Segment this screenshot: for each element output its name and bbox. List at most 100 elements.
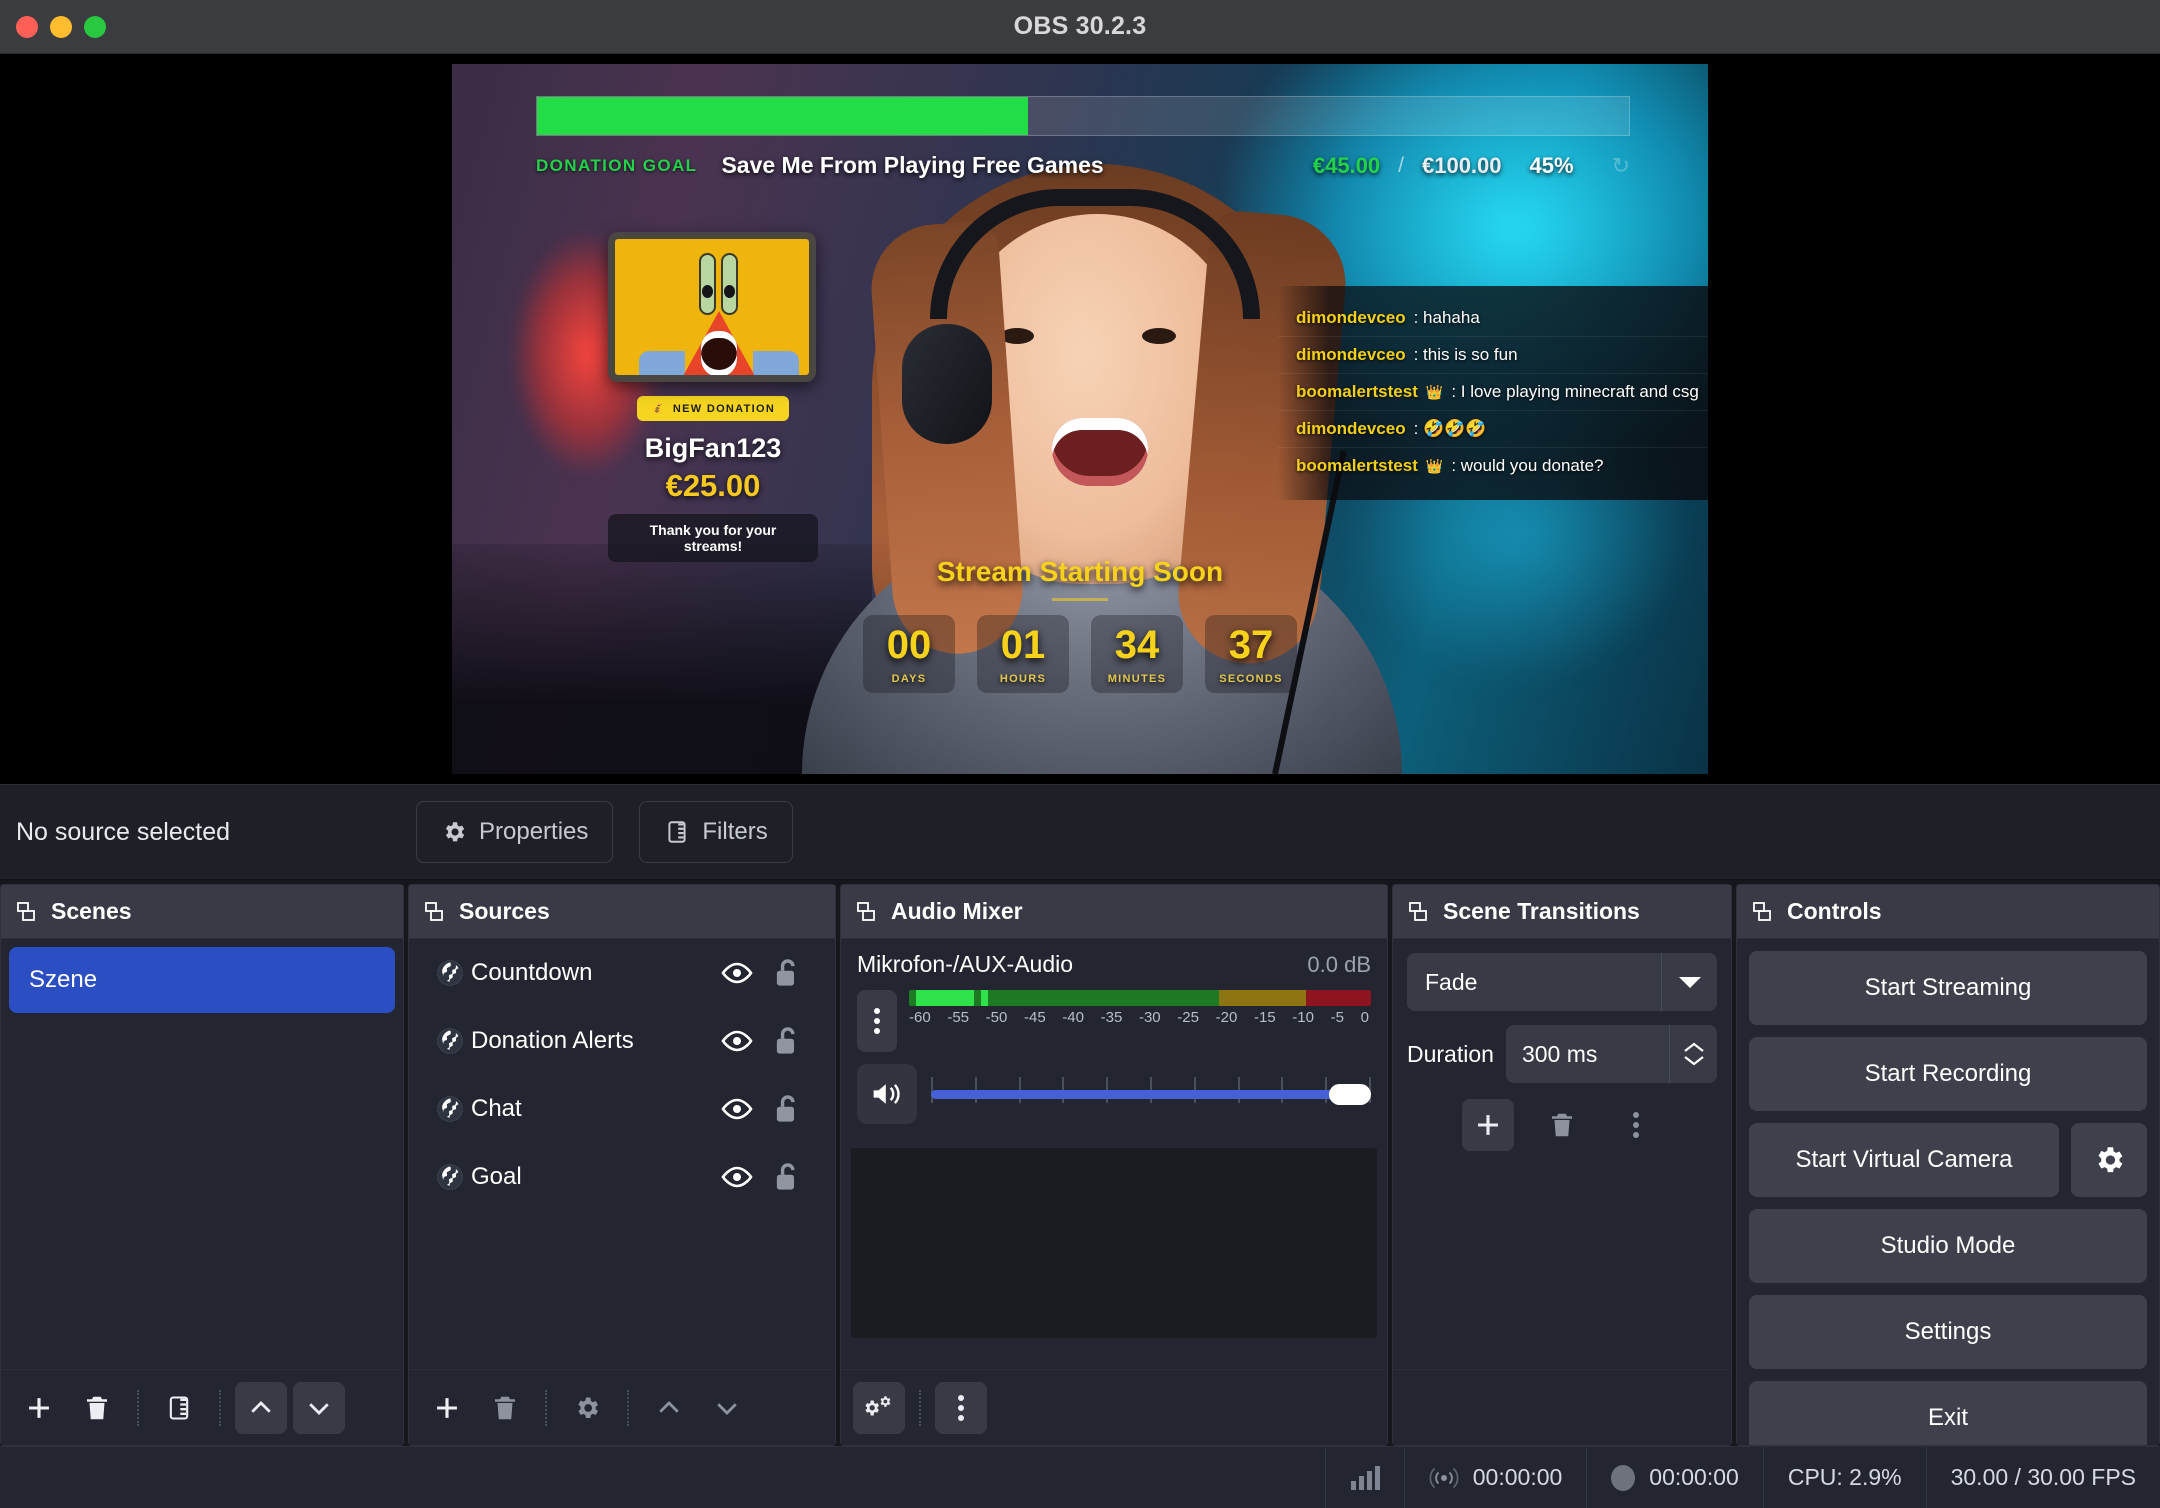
- stepper-up-icon[interactable]: [1682, 1041, 1706, 1054]
- dock-grip-icon: [17, 901, 35, 921]
- minimize-window-button[interactable]: [50, 15, 72, 38]
- meme-eye-stalk-left: [699, 253, 716, 315]
- goal-current-amount: €45.00: [1312, 152, 1381, 178]
- source-type-icon: [435, 1162, 465, 1192]
- source-toolbar: No source selected Properties Filters: [0, 784, 2160, 880]
- remove-source-button[interactable]: [479, 1382, 531, 1434]
- studio-mode-button[interactable]: Studio Mode: [1749, 1209, 2147, 1283]
- move-scene-up-button[interactable]: [235, 1381, 287, 1434]
- audio-channel-db: 0.0 dB: [1307, 952, 1371, 977]
- toolbar-separator: [627, 1389, 629, 1426]
- start-recording-button[interactable]: Start Recording: [1749, 1037, 2147, 1111]
- source-lock-toggle[interactable]: [759, 1161, 813, 1193]
- scene-list-item[interactable]: Szene: [9, 947, 395, 1013]
- lock-open-icon: [776, 959, 795, 986]
- sources-list[interactable]: Countdown Donation Alerts Chat Goal: [409, 939, 835, 1369]
- source-visibility-toggle[interactable]: [715, 1097, 759, 1121]
- source-lock-toggle[interactable]: [759, 1093, 813, 1125]
- db-tick-label: -40: [1062, 1009, 1084, 1026]
- chat-username: boomalertstest: [1296, 382, 1418, 401]
- filters-button[interactable]: Filters: [639, 801, 793, 863]
- db-tick-label: 0: [1360, 1009, 1369, 1026]
- preview-area[interactable]: DONATION GOAL Save Me From Playing Free …: [0, 54, 2160, 784]
- remove-transition-button[interactable]: [1536, 1099, 1588, 1151]
- countdown-value: 37: [1228, 623, 1274, 667]
- source-type-icon: [435, 958, 465, 988]
- chat-message: boomalertstest 👑: I love playing minecraf…: [1278, 374, 1708, 411]
- countdown-unit: 37 SECONDS: [1205, 615, 1297, 693]
- visibility-eye-icon: [721, 1166, 753, 1188]
- stepper-down-icon[interactable]: [1682, 1054, 1706, 1067]
- chevron-down-icon: [1661, 953, 1717, 1011]
- start-virtual-camera-button[interactable]: Start Virtual Camera: [1749, 1123, 2059, 1197]
- add-source-button[interactable]: [421, 1382, 473, 1434]
- audio-channel-menu-button[interactable]: [857, 990, 897, 1052]
- countdown-label: DAYS: [891, 673, 927, 685]
- browser-source-icon: [437, 960, 463, 986]
- donation-alert-overlay: 💰 NEW DONATION BigFan123 €25.00 Thank yo…: [608, 232, 818, 562]
- goal-progress-fill: [537, 97, 1029, 135]
- scenes-list[interactable]: Szene: [1, 939, 403, 1369]
- add-transition-button[interactable]: [1462, 1099, 1514, 1151]
- transition-duration-field[interactable]: 300 ms: [1505, 1025, 1717, 1083]
- duration-stepper[interactable]: [1669, 1025, 1717, 1083]
- move-scene-down-button[interactable]: [293, 1381, 345, 1434]
- remove-scene-button[interactable]: [71, 1382, 123, 1434]
- source-list-item[interactable]: Countdown: [409, 939, 835, 1007]
- close-window-button[interactable]: [16, 15, 38, 38]
- add-scene-button[interactable]: [13, 1382, 65, 1434]
- volume-slider-handle[interactable]: [1329, 1084, 1371, 1105]
- move-source-down-button[interactable]: [701, 1382, 753, 1434]
- maximize-window-button[interactable]: [84, 15, 106, 38]
- volume-slider[interactable]: [931, 1077, 1371, 1111]
- source-lock-toggle[interactable]: [759, 1025, 813, 1057]
- source-visibility-toggle[interactable]: [715, 961, 759, 985]
- source-visibility-toggle[interactable]: [715, 1029, 759, 1053]
- status-fps-cell: 30.00 / 30.00 FPS: [1925, 1447, 2160, 1508]
- source-properties-button[interactable]: [561, 1382, 613, 1434]
- transition-menu-button[interactable]: [1610, 1099, 1662, 1151]
- source-visibility-toggle[interactable]: [715, 1165, 759, 1189]
- start-streaming-button[interactable]: Start Streaming: [1749, 951, 2147, 1025]
- sources-toolbar: [409, 1369, 835, 1445]
- move-source-up-button[interactable]: [643, 1382, 695, 1434]
- source-list-item[interactable]: Donation Alerts: [409, 1007, 835, 1075]
- settings-button[interactable]: Settings: [1749, 1295, 2147, 1369]
- donor-username: BigFan123: [644, 433, 782, 463]
- status-stream-cell: 00:00:00: [1403, 1447, 1587, 1508]
- exit-button[interactable]: Exit: [1749, 1381, 2147, 1445]
- volume-slider-track: [931, 1090, 1371, 1099]
- preview-canvas[interactable]: DONATION GOAL Save Me From Playing Free …: [452, 64, 1708, 774]
- transition-duration-row: Duration 300 ms: [1407, 1025, 1717, 1083]
- properties-button[interactable]: Properties: [416, 801, 614, 863]
- advanced-audio-properties-button[interactable]: [853, 1381, 905, 1434]
- transition-select[interactable]: Fade: [1407, 953, 1717, 1011]
- goal-separator: /: [1398, 153, 1404, 177]
- countdown-label: HOURS: [999, 673, 1047, 685]
- meter-peak-hold: [980, 990, 988, 1006]
- scene-filters-button[interactable]: [153, 1382, 205, 1434]
- goal-target-amount: €100.00: [1421, 152, 1502, 178]
- audio-db-scale: -60 -55 -50 -45 -40 -35 -30 -25 -20 -15 -10 -5 0: [909, 1009, 1371, 1026]
- new-donation-badge: 💰 NEW DONATION: [636, 396, 790, 421]
- scenes-dock-header: Scenes: [1, 885, 403, 939]
- audio-mixer-menu-button[interactable]: [935, 1381, 987, 1434]
- source-list-item[interactable]: Goal: [409, 1143, 835, 1211]
- source-name: Goal: [471, 1163, 522, 1190]
- virtual-camera-settings-button[interactable]: [2071, 1123, 2147, 1197]
- mute-toggle-button[interactable]: [857, 1064, 917, 1124]
- transition-duration-label: Duration: [1407, 1040, 1494, 1067]
- source-list-item[interactable]: Chat: [409, 1075, 835, 1143]
- chat-username: boomalertstest: [1296, 456, 1418, 475]
- visibility-eye-icon: [721, 1030, 753, 1052]
- audio-mixer-body: Mikrofon-/AUX-Audio 0.0 dB -60 -55 -50 -…: [841, 939, 1387, 1369]
- properties-button-label: Properties: [479, 818, 589, 845]
- source-lock-toggle[interactable]: [759, 957, 813, 989]
- title-bar: OBS 30.2.3: [0, 0, 2160, 54]
- dock-grip-icon: [425, 901, 443, 921]
- chat-message: dimondevceo: this is so fun: [1278, 337, 1708, 374]
- selected-source-status: No source selected: [16, 817, 231, 846]
- scenes-toolbar: [1, 1369, 403, 1445]
- transition-duration-value: 300 ms: [1521, 1040, 1598, 1067]
- controls-dock-header: Controls: [1737, 885, 2159, 939]
